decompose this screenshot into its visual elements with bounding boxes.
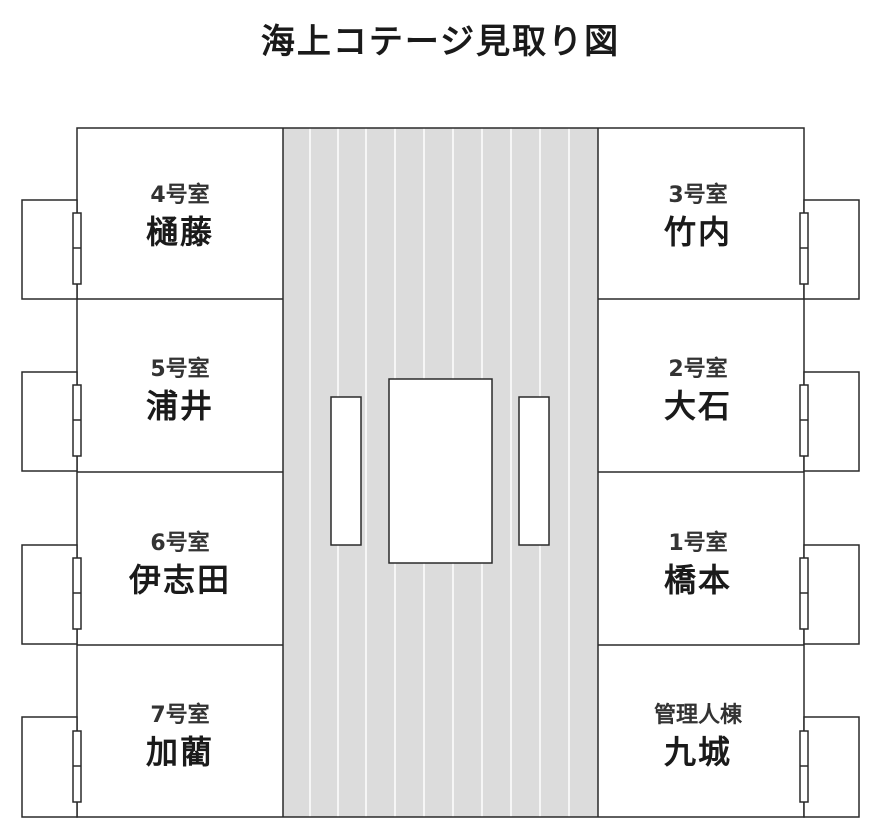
room-label-2: 2号室 大石	[598, 356, 798, 428]
room-label-7: 7号室 加藺	[80, 702, 280, 774]
room-label-4: 4号室 樋藤	[80, 182, 280, 254]
room-label-1: 1号室 橋本	[598, 530, 798, 602]
room-label-6: 6号室 伊志田	[80, 530, 280, 602]
room-occupant: 橋本	[663, 561, 732, 599]
room-occupant: 大石	[663, 387, 732, 425]
right-balconies	[803, 199, 860, 818]
balcony	[803, 199, 860, 300]
room-occupant: 樋藤	[145, 213, 214, 251]
room-number: 1号室	[668, 531, 728, 556]
balcony	[803, 544, 860, 645]
room-number: 2号室	[668, 357, 728, 382]
room-label-admin: 管理人棟 九城	[598, 702, 798, 774]
room-occupant: 九城	[663, 733, 732, 771]
center-table	[388, 378, 493, 564]
room-label-5: 5号室 浦井	[80, 356, 280, 428]
room-number: 4号室	[150, 183, 210, 208]
balcony	[803, 716, 860, 818]
balcony	[21, 371, 78, 472]
room-occupant: 伊志田	[128, 561, 231, 599]
room-number: 3号室	[668, 183, 728, 208]
balcony	[803, 371, 860, 472]
room-label-3: 3号室 竹内	[598, 182, 798, 254]
room-occupant: 加藺	[145, 733, 214, 771]
left-bench	[330, 396, 362, 546]
room-occupant: 竹内	[663, 213, 732, 251]
room-occupant: 浦井	[145, 387, 214, 425]
room-number: 5号室	[150, 357, 210, 382]
balcony	[21, 544, 78, 645]
room-number: 7号室	[150, 703, 210, 728]
right-bench	[518, 396, 550, 546]
balcony	[21, 716, 78, 818]
balcony	[21, 199, 78, 300]
room-number: 管理人棟	[653, 703, 742, 728]
left-balconies	[21, 199, 78, 818]
room-number: 6号室	[150, 531, 210, 556]
